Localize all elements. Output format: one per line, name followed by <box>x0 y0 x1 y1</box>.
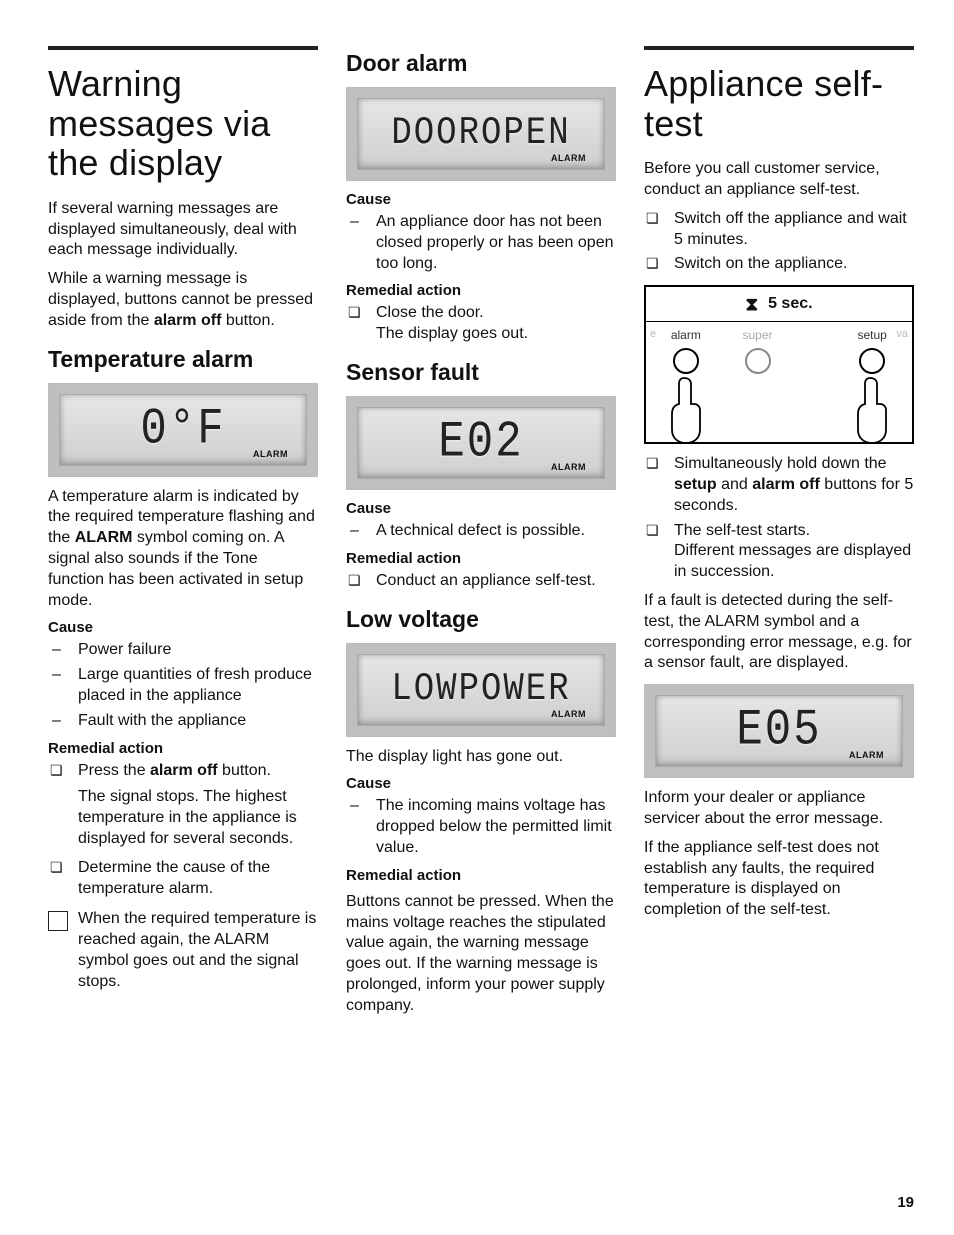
temperature-remedial: Press the alarm off button. The signal s… <box>48 761 318 900</box>
temperature-causes: Power failure Large quantities of fresh … <box>48 640 318 731</box>
lowpower-lcd-panel: LOWPOWER ALARM <box>346 643 616 737</box>
selftest-para1: If a fault is detected during the self-t… <box>644 591 914 674</box>
list-item: Conduct an appliance self-test. <box>346 571 616 592</box>
warning-messages-heading: Warning messages via the display <box>48 64 318 183</box>
alarm-label: ALARM <box>551 462 586 472</box>
alarm-label: ALARM <box>551 153 586 163</box>
list-item: Switch on the appliance. <box>644 254 914 275</box>
button-ring-icon <box>745 348 771 374</box>
list-item: Power failure <box>48 640 318 661</box>
remedial-label: Remedial action <box>346 867 616 884</box>
low-voltage-heading: Low voltage <box>346 606 616 633</box>
sensor-fault-heading: Sensor fault <box>346 359 616 386</box>
column-3: Appliance self-test Before you call cust… <box>644 40 914 1025</box>
alarm-button-graphic: alarm <box>650 328 722 438</box>
super-button-graphic: super <box>722 328 794 438</box>
button-ring-icon <box>859 348 885 374</box>
remedial-label: Remedial action <box>346 282 616 299</box>
sensor-lcd-text: E02 <box>438 414 523 472</box>
door-lcd-text: DOOROPEN <box>391 112 570 156</box>
list-item: A technical defect is possible. <box>346 521 616 542</box>
list-item: Large quantities of fresh produce placed… <box>48 665 318 707</box>
selftest-result-lcd: E05 ALARM <box>644 684 914 778</box>
selftest-heading: Appliance self-test <box>644 64 914 143</box>
temperature-desc: A temperature alarm is indicated by the … <box>48 487 318 612</box>
timer-label: 5 sec. <box>768 295 812 313</box>
list-item: The self-test starts. Different messages… <box>644 521 914 583</box>
finger-press-icon <box>666 374 706 442</box>
list-item: Simultaneously hold down the setup and a… <box>644 454 914 516</box>
cause-label: Cause <box>346 191 616 208</box>
selftest-para2: Inform your dealer or appliance servicer… <box>644 788 914 830</box>
list-item: Fault with the appliance <box>48 711 318 732</box>
cause-label: Cause <box>346 500 616 517</box>
list-item: Close the door. The display goes out. <box>346 303 616 345</box>
column-1: Warning messages via the display If seve… <box>48 40 318 1025</box>
lowpower-intro: The display light has gone out. <box>346 747 616 768</box>
manual-page: Warning messages via the display If seve… <box>0 0 954 1235</box>
setup-button-graphic: setup <box>836 328 908 438</box>
list-item: The incoming mains voltage has dropped b… <box>346 796 616 858</box>
alarm-label: ALARM <box>849 750 884 760</box>
list-item: Switch off the appliance and wait 5 minu… <box>644 209 914 251</box>
note-text: When the required temperature is reached… <box>78 909 318 992</box>
temperature-alarm-heading: Temperature alarm <box>48 346 318 373</box>
button-ring-icon <box>673 348 699 374</box>
warning-intro-1: If several warning messages are displaye… <box>48 199 318 261</box>
selftest-para3: If the appliance self-test does not esta… <box>644 838 914 921</box>
cause-label: Cause <box>346 775 616 792</box>
selftest-illustration: ⧗ 5 sec. e va alarm super <box>644 285 914 444</box>
temperature-lcd-panel: 0°F ALARM <box>48 383 318 477</box>
alarm-label: ALARM <box>253 449 288 459</box>
lowpower-lcd-text: LOWPOWER <box>391 668 570 712</box>
door-alarm-heading: Door alarm <box>346 50 616 77</box>
selftest-intro: Before you call customer service, conduc… <box>644 159 914 201</box>
selftest-lcd-text: E05 <box>736 702 821 760</box>
temperature-note: When the required temperature is reached… <box>48 909 318 992</box>
list-item: Determine the cause of the temperature a… <box>48 858 318 900</box>
page-number: 19 <box>897 1194 914 1211</box>
door-lcd-panel: DOOROPEN ALARM <box>346 87 616 181</box>
remedial-label: Remedial action <box>48 740 318 757</box>
hourglass-icon: ⧗ <box>745 295 758 313</box>
temperature-lcd-text: 0°F <box>140 401 225 459</box>
lowpower-remedial: Buttons cannot be pressed. When the main… <box>346 892 616 1017</box>
remedial-label: Remedial action <box>346 550 616 567</box>
note-icon <box>48 911 68 931</box>
section-rule <box>644 46 914 50</box>
alarm-label: ALARM <box>551 709 586 719</box>
sensor-lcd-panel: E02 ALARM <box>346 396 616 490</box>
list-item-extra: The signal stops. The highest temperatur… <box>78 787 318 849</box>
section-rule <box>48 46 318 50</box>
column-2: Door alarm DOOROPEN ALARM Cause An appli… <box>346 40 616 1025</box>
cause-label: Cause <box>48 619 318 636</box>
finger-press-icon <box>852 374 892 442</box>
list-item: An appliance door has not been closed pr… <box>346 212 616 274</box>
warning-intro-2: While a warning message is displayed, bu… <box>48 269 318 331</box>
list-item: Press the alarm off button. The signal s… <box>48 761 318 850</box>
